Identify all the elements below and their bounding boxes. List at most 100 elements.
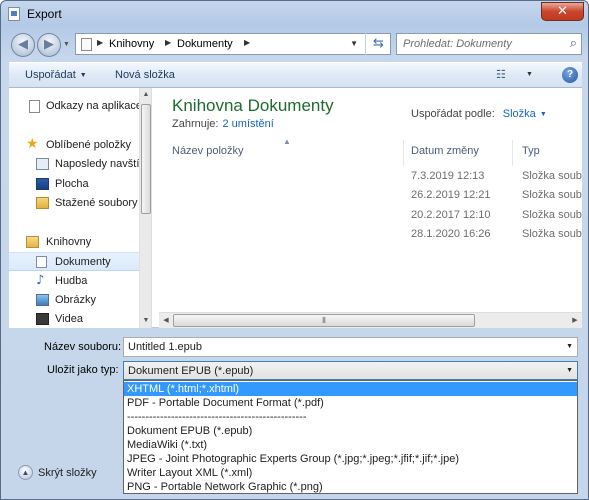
- sidebar-item-favorites[interactable]: ★ Oblíbené položky: [9, 136, 139, 155]
- sidebar-item-recent[interactable]: Naposledy navštívené: [9, 155, 151, 174]
- scroll-right-icon[interactable]: ▶: [568, 314, 582, 328]
- filetype-option[interactable]: MediaWiki (*.txt): [124, 438, 577, 452]
- column-header-date[interactable]: Datum změny: [411, 145, 479, 157]
- navigation-scrollbar[interactable]: ▲ ▼: [139, 88, 151, 328]
- window-title: Export: [27, 7, 62, 21]
- organize-button[interactable]: Uspořádat ▼: [25, 69, 87, 81]
- close-button[interactable]: ✕: [541, 2, 584, 21]
- chevron-down-icon[interactable]: ▼: [566, 367, 573, 374]
- filetype-value: Dokument EPUB (*.epub): [128, 365, 254, 377]
- filetype-option[interactable]: Writer Layout XML (*.xml): [124, 466, 577, 480]
- includes-label: Zahrnuje:: [172, 118, 219, 130]
- arrange-label: Uspořádat podle:: [411, 108, 495, 120]
- column-header-type[interactable]: Typ: [522, 145, 540, 157]
- scroll-thumb[interactable]: [141, 104, 151, 214]
- filetype-option[interactable]: PDF - Portable Document Format (*.pdf): [124, 396, 577, 410]
- location-icon: [81, 38, 92, 51]
- scroll-down-icon[interactable]: ▼: [140, 314, 151, 328]
- row-type: Složka souborů: [522, 170, 582, 182]
- views-dropdown-icon[interactable]: ▼: [526, 71, 533, 78]
- recent-icon: [36, 158, 49, 170]
- history-dropdown-icon[interactable]: ▼: [63, 41, 70, 48]
- filename-label: Název souboru:: [44, 341, 122, 353]
- sidebar-item-desktop[interactable]: Plocha: [9, 175, 139, 194]
- scroll-up-icon[interactable]: ▲: [140, 88, 151, 102]
- file-list-pane: Knihovna Dokumenty Zahrnuje: 2 umístění U…: [159, 88, 582, 328]
- hide-folders-button[interactable]: ▲ Skrýt složky: [18, 463, 118, 483]
- row-date: 7.3.2019 12:13: [411, 170, 485, 182]
- breadcrumb-separator-icon[interactable]: ▶: [97, 38, 103, 47]
- filetype-option[interactable]: Dokument EPUB (*.epub): [124, 424, 577, 438]
- sidebar-item-downloads[interactable]: Stažené soubory: [9, 194, 139, 213]
- chevron-down-icon[interactable]: ▼: [540, 111, 547, 118]
- search-placeholder: Prohledat: Dokumenty: [403, 38, 512, 50]
- browser-pane: Odkazy na aplikace ★ Oblíbené položky Na…: [9, 88, 582, 328]
- sidebar-item-music[interactable]: ♪ Hudba: [9, 272, 139, 291]
- refresh-icon[interactable]: ⇆: [365, 33, 391, 55]
- command-bar: Uspořádat ▼ Nová složka ☷ ▼ ?: [9, 62, 582, 88]
- sidebar-item-label: Obrázky: [55, 294, 96, 306]
- column-header-name[interactable]: Název položky: [172, 145, 244, 157]
- videos-icon: [36, 313, 49, 325]
- column-divider[interactable]: [512, 140, 513, 166]
- forward-button[interactable]: ▶: [37, 33, 61, 57]
- star-icon: ★: [26, 136, 39, 152]
- address-bar[interactable]: ▶ Knihovny ▶ Dokumenty ▶ ▼: [75, 33, 391, 55]
- sidebar-item-pictures[interactable]: Obrázky: [9, 291, 139, 310]
- hide-folders-label: Skrýt složky: [38, 467, 97, 479]
- library-title: Knihovna Dokumenty: [172, 96, 334, 115]
- search-icon[interactable]: ⌕: [570, 36, 577, 51]
- filetype-option[interactable]: PNG - Portable Network Graphic (*.png): [124, 480, 577, 494]
- views-icon[interactable]: ☷: [496, 68, 506, 81]
- breadcrumb-dokumenty[interactable]: Dokumenty: [177, 38, 233, 50]
- title-bar: Export ✕: [1, 1, 589, 27]
- back-button[interactable]: ◀: [11, 33, 35, 57]
- export-dialog: Export ✕ ◀ ▶ ▼ ▶ Knihovny ▶ Dokumenty ▶ …: [0, 0, 589, 500]
- horizontal-scrollbar[interactable]: ◀ ⦀ ▶: [159, 312, 582, 328]
- address-dropdown-icon[interactable]: ▼: [350, 39, 358, 48]
- filetype-separator: ----------------------------------------…: [127, 411, 307, 423]
- scroll-left-icon[interactable]: ◀: [159, 314, 173, 328]
- sidebar-item-documents[interactable]: Dokumenty: [9, 252, 139, 271]
- sidebar-item-label: Plocha: [55, 178, 89, 190]
- sidebar-item-label: Hudba: [55, 275, 88, 287]
- breadcrumb-separator-icon[interactable]: ▶: [165, 38, 171, 47]
- sidebar-item-videos[interactable]: Videa: [9, 310, 139, 328]
- page-icon: [29, 100, 40, 113]
- sidebar-item-label: Odkazy na aplikace: [46, 100, 142, 112]
- arrange-value[interactable]: Složka: [503, 108, 536, 120]
- libraries-icon: [26, 236, 39, 248]
- filetype-option[interactable]: JPEG - Joint Photographic Experts Group …: [124, 452, 577, 466]
- download-folder-icon: [36, 197, 49, 209]
- breadcrumb-separator-icon[interactable]: ▶: [244, 38, 250, 47]
- column-divider[interactable]: [403, 140, 404, 166]
- locations-link[interactable]: 2 umístění: [222, 118, 273, 130]
- filetype-dropdown-list: XHTML (*.html;*.xhtml) PDF - Portable Do…: [123, 380, 578, 494]
- help-icon[interactable]: ?: [562, 67, 578, 83]
- table-row[interactable]: 28.1.2020 16:26 Složka souborů: [159, 225, 582, 245]
- new-folder-button[interactable]: Nová složka: [115, 69, 175, 81]
- sidebar-item-label: Knihovny: [46, 236, 92, 248]
- search-input[interactable]: Prohledat: Dokumenty ⌕: [396, 33, 582, 55]
- arrange-by: Uspořádat podle: Složka ▼: [411, 108, 547, 120]
- row-date: 28.1.2020 16:26: [411, 228, 491, 240]
- chevron-up-icon: ▲: [18, 465, 33, 480]
- sidebar-item-label: Oblíbené položky: [46, 139, 131, 151]
- row-type: Složka souborů: [522, 228, 582, 240]
- documents-icon: [36, 256, 47, 268]
- table-row[interactable]: 20.2.2017 12:10 Složka souborů: [159, 206, 582, 226]
- table-row[interactable]: 7.3.2019 12:13 Složka souborů: [159, 167, 582, 187]
- pictures-icon: [36, 294, 49, 306]
- filetype-select[interactable]: Dokument EPUB (*.epub) ▼: [123, 361, 578, 380]
- scroll-thumb[interactable]: ⦀: [173, 314, 475, 327]
- row-date: 26.2.2019 12:21: [411, 189, 491, 201]
- table-row[interactable]: 26.2.2019 12:21 Složka souborů: [159, 186, 582, 206]
- filetype-option[interactable]: XHTML (*.html;*.xhtml): [124, 382, 577, 396]
- breadcrumb-knihovny[interactable]: Knihovny: [109, 38, 154, 50]
- filetype-label: Uložit jako typ:: [47, 364, 119, 376]
- sidebar-item-libraries[interactable]: Knihovny: [9, 233, 139, 252]
- sidebar-item-app-links[interactable]: Odkazy na aplikace: [9, 97, 142, 116]
- chevron-down-icon[interactable]: ▼: [566, 343, 573, 350]
- desktop-icon: [36, 178, 49, 190]
- filename-field[interactable]: Untitled 1.epub ▼: [123, 337, 578, 357]
